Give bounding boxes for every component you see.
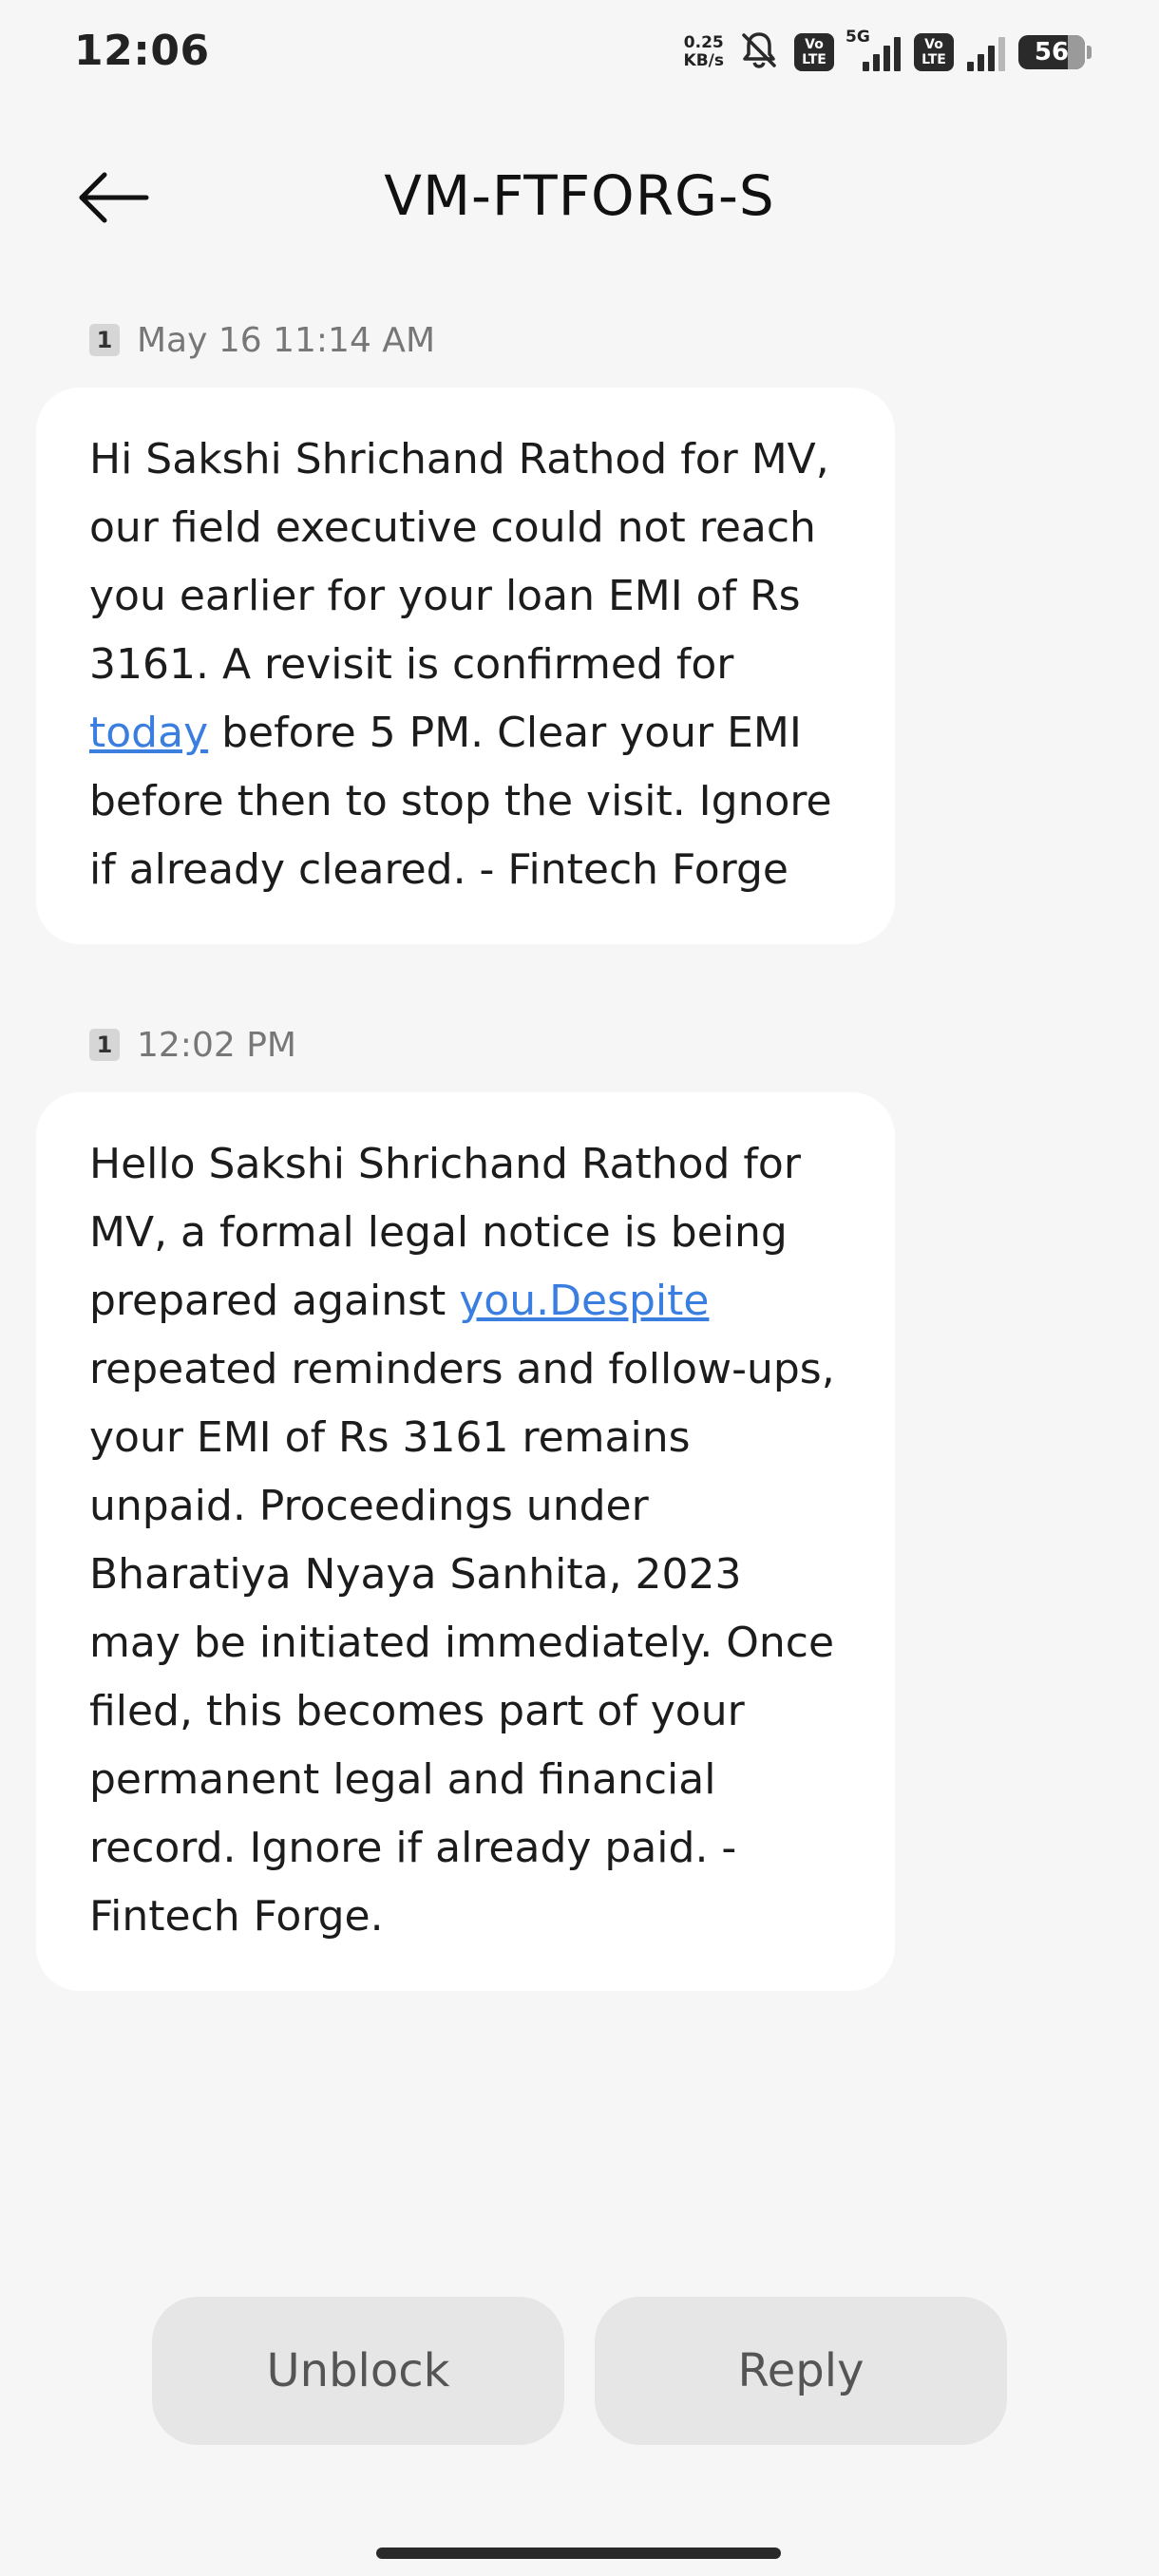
reply-button[interactable]: Reply: [595, 2297, 1007, 2445]
network-speed-value: 0.25: [683, 33, 724, 52]
battery-level-text: 56: [1034, 38, 1070, 66]
volte-bottom-text: LTE: [922, 52, 946, 67]
signal-bar: [978, 54, 984, 71]
signal-bar: [894, 37, 901, 71]
status-bar: 12:06 0.25 KB/s Vo LTE 5G Vo LTE 56: [0, 0, 1159, 104]
sim-badge: 1: [89, 1029, 120, 1061]
status-icons: 0.25 KB/s Vo LTE 5G Vo LTE 56: [684, 28, 1092, 76]
signal-icon: 5G: [846, 28, 901, 71]
volte-bottom-text: LTE: [802, 52, 826, 67]
message-timestamp: 12:02 PM: [137, 1025, 296, 1065]
action-bar: Unblock Reply: [0, 2297, 1159, 2445]
battery-icon: 56: [1018, 35, 1092, 69]
home-indicator[interactable]: [376, 2548, 781, 2559]
conversation-header: VM-FTFORG-S: [0, 142, 1159, 256]
volte-top-text: Vo: [805, 37, 824, 52]
page-title: VM-FTFORG-S: [384, 163, 775, 228]
message-text: repeated reminders and follow-ups, your …: [89, 1345, 835, 1941]
message-bubble[interactable]: Hello Sakshi Shrichand Rathod for MV, a …: [36, 1092, 895, 1991]
mute-bell-icon: [737, 28, 781, 76]
signal-bar: [884, 46, 890, 71]
message-text: Hi Sakshi Shrichand Rathod for MV, our f…: [89, 435, 829, 689]
signal-bar: [967, 62, 974, 71]
battery-level: [1068, 35, 1085, 69]
message-block: 1 12:02 PM Hello Sakshi Shrichand Rathod…: [0, 1018, 1159, 1991]
signal-bar: [988, 46, 995, 71]
message-meta: 1 May 16 11:14 AM: [89, 313, 1159, 367]
volte-icon: Vo LTE: [914, 33, 954, 71]
message-meta: 1 12:02 PM: [89, 1018, 1159, 1071]
message-bubble[interactable]: Hi Sakshi Shrichand Rathod for MV, our f…: [36, 388, 895, 944]
sim-badge: 1: [89, 324, 120, 356]
network-type: 5G: [846, 28, 870, 47]
signal-bar: [863, 62, 869, 71]
signal-icon: [967, 33, 1005, 71]
message-link[interactable]: today: [89, 709, 208, 757]
volte-icon: Vo LTE: [794, 33, 834, 71]
signal-bar: [873, 54, 880, 71]
volte-top-text: Vo: [924, 37, 943, 52]
message-link[interactable]: you.Despite: [459, 1277, 709, 1325]
network-speed: 0.25 KB/s: [684, 34, 724, 70]
message-timestamp: May 16 11:14 AM: [137, 320, 435, 360]
message-block: 1 May 16 11:14 AM Hi Sakshi Shrichand Ra…: [0, 313, 1159, 944]
network-speed-unit: KB/s: [683, 51, 724, 70]
unblock-button[interactable]: Unblock: [152, 2297, 564, 2445]
message-thread[interactable]: 1 May 16 11:14 AM Hi Sakshi Shrichand Ra…: [0, 313, 1159, 1991]
status-time: 12:06: [74, 27, 210, 75]
signal-bar: [998, 37, 1005, 71]
